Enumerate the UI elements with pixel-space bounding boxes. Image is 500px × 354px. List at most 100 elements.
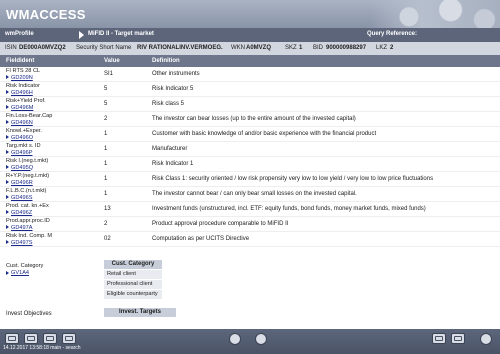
row-value: 2: [104, 116, 108, 122]
column-definition: Definition: [152, 58, 180, 64]
wkn-value: A0MVZQ: [246, 45, 272, 51]
back-icon: [27, 336, 35, 341]
row-definition: The investor can bear losses (up to the …: [152, 116, 356, 122]
row-definition: Investment funds (unstructured, incl. ET…: [152, 206, 426, 212]
row-field-code-link[interactable]: GD496Z: [6, 210, 32, 217]
row-value: 1: [104, 176, 108, 182]
row-value: SI1: [104, 71, 114, 77]
row-value: 1: [104, 191, 108, 197]
row-definition: Product approval procedure comparable to…: [152, 221, 289, 227]
row-definition: Risk class 5: [152, 101, 185, 107]
row-definition: Other instruments: [152, 71, 200, 77]
skz-value: 1: [299, 45, 303, 51]
table-row: F.L.B.C.(n.t.mkt) GD496S 1 The investor can…: [0, 187, 500, 202]
query-reference-label: Query Reference:: [367, 31, 418, 37]
table-row: Risk Ind. Comp. M GD497S 02 Computation as …: [0, 232, 500, 247]
list-icon: [65, 336, 73, 341]
app-title: WMACCESS: [6, 7, 86, 22]
table-row: Knowl.+Exper. GD496O 1 Customer with basic …: [0, 127, 500, 142]
row-value: 5: [104, 86, 108, 92]
bottom-toolbar: 14.12.2017 13:58:18 main - search: [0, 329, 500, 354]
title-bar: wmProfile MiFID II - Target market Query…: [0, 28, 500, 42]
wkn-label: WKN: [231, 45, 245, 51]
row-definition: Risk Class 1: security oriented / low ri…: [152, 176, 434, 182]
invest-objectives-section: Invest Objectives Invest. Targets: [0, 307, 500, 321]
isin-label: ISIN: [5, 45, 17, 51]
table-row: Risk Indicator GD496H 5 Risk Indicator 5: [0, 82, 500, 97]
row-field-code-link[interactable]: GD496S: [6, 195, 32, 202]
column-value: Value: [104, 58, 120, 64]
gear-icon: [454, 336, 462, 341]
row-value: 5: [104, 101, 108, 107]
short-name-label: Security Short Name: [76, 45, 132, 51]
row-field-name: Invest Objectives: [6, 311, 52, 317]
arrow-right-icon: [79, 31, 84, 39]
row-definition: Risk Indicator 5: [152, 86, 194, 92]
table-row: Fin.Loss-Bear.Cap GD496N 2 The investor can…: [0, 112, 500, 127]
row-definition: Manufacturer: [152, 146, 188, 152]
window-button[interactable]: [432, 333, 446, 344]
customer-category-item: Eligible counterparty: [104, 290, 162, 299]
row-field-code-link[interactable]: GD496O: [6, 135, 33, 142]
export-button[interactable]: [255, 333, 267, 345]
lkz-label: LKZ: [376, 45, 388, 51]
home-icon: [8, 336, 16, 341]
table-row: R+Y.P.(neg.t.mkt) GD496R 1 Risk Class 1: se…: [0, 172, 500, 187]
customer-category-table: Cust. Category Retail client Professiona…: [104, 260, 162, 299]
skz-label: SKZ: [285, 45, 297, 51]
row-field-code-link[interactable]: GD497S: [6, 240, 32, 247]
row-field-code-link[interactable]: GD497A: [6, 225, 32, 232]
invest-targets-header: Invest. Targets: [104, 308, 176, 317]
row-value: 13: [104, 206, 111, 212]
search-button[interactable]: [43, 333, 57, 344]
app-header: WMACCESS: [0, 0, 500, 28]
row-value: 1: [104, 161, 108, 167]
table-row: Risk I.(neg.t.mkt) GD495Q 1 Risk Indicator …: [0, 157, 500, 172]
window-icon: [435, 336, 443, 341]
row-field-code-link[interactable]: GD209N: [6, 75, 33, 82]
print-button[interactable]: [229, 333, 241, 345]
row-field-code-link[interactable]: GD496H: [6, 90, 33, 97]
isin-value: DE000A0MVZQ2: [19, 45, 66, 51]
row-field-code-link[interactable]: GD496P: [6, 150, 32, 157]
customer-category-header: Cust. Category: [104, 260, 162, 269]
table-row: Risk+Yield Prof. GD496M 5 Risk class 5: [0, 97, 500, 112]
row-field-code-link[interactable]: GD496N: [6, 120, 33, 127]
header-banner-image: [370, 0, 500, 28]
table-header: Fieldident Value Definition: [0, 55, 500, 67]
short-name-value: RIV RATIONALINV.VERMOEG.: [137, 45, 223, 51]
row-definition: Risk Indicator 1: [152, 161, 194, 167]
bid-value: 900000988297: [326, 45, 367, 51]
row-value: 1: [104, 146, 108, 152]
table-row: Prod. cat. kn.+Ex GD496Z 13 Investment fund…: [0, 202, 500, 217]
row-field-code-link[interactable]: GD495Q: [6, 165, 33, 172]
row-value: 02: [104, 236, 111, 242]
customer-category-item: Professional client: [104, 280, 162, 289]
page-title: MiFID II - Target market: [88, 31, 154, 37]
row-value: 2: [104, 221, 108, 227]
column-fieldident: Fieldident: [6, 58, 35, 64]
settings-button[interactable]: [451, 333, 465, 344]
tab-wmprofile[interactable]: wmProfile: [5, 31, 34, 37]
list-button[interactable]: [62, 333, 76, 344]
row-field-name: Cust. Category: [6, 263, 44, 269]
row-field-code-link[interactable]: GV1A4: [6, 270, 29, 276]
search-icon: [46, 336, 54, 341]
customer-category-item: Retail client: [104, 270, 162, 279]
row-definition: Computation as per UCITS Directive: [152, 236, 250, 242]
lkz-value: 2: [390, 45, 394, 51]
home-button[interactable]: [5, 333, 19, 344]
row-value: 1: [104, 131, 108, 137]
table-row: Prod.appr.proc.ID GD497A 2 Product approval…: [0, 217, 500, 232]
bid-label: BID: [313, 45, 324, 51]
row-definition: The investor cannot bear / can only bear…: [152, 191, 357, 197]
table-row: Targ.mkt s. ID GD496P 1 Manufacturer: [0, 142, 500, 157]
security-info-bar: ISIN DE000A0MVZQ2 Security Short Name RI…: [0, 42, 500, 55]
back-button[interactable]: [24, 333, 38, 344]
row-definition: Customer with basic knowledge of and/or …: [152, 131, 377, 137]
row-field-code-link[interactable]: GD496M: [6, 105, 33, 112]
close-button[interactable]: [480, 333, 492, 345]
row-field-code-link[interactable]: GD496R: [6, 180, 33, 187]
status-text: 14.12.2017 13:58:18 main - search: [3, 345, 81, 351]
customer-category-section: Cust. Category GV1A4 Cust. Category Reta…: [0, 260, 500, 311]
